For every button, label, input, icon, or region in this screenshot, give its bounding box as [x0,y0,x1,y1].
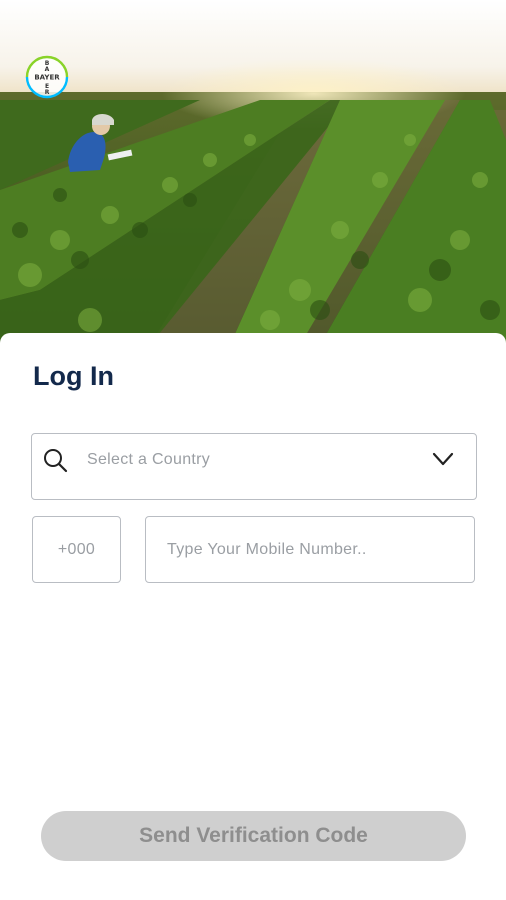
svg-text:A: A [45,66,50,73]
send-verification-code-label: Send Verification Code [139,824,368,847]
country-code-placeholder: +000 [57,541,96,558]
login-card: Log In Select a Country +000 Type Your M… [0,333,506,900]
svg-text:BAYER: BAYER [34,74,60,82]
search-icon [44,449,68,473]
country-code-field[interactable]: +000 [32,516,121,583]
svg-text:R: R [45,89,50,96]
mobile-number-placeholder: Type Your Mobile Number.. [167,541,367,558]
page-title: Log In [33,361,114,391]
send-verification-code-button[interactable]: Send Verification Code [41,811,466,861]
bayer-logo: BAYER B A E R [25,55,69,99]
country-select-placeholder: Select a Country [87,451,211,468]
login-screen: BAYER B A E R Log In Select a Country +0… [0,0,506,900]
hero-field-image: BAYER B A E R [0,0,506,345]
country-select-dropdown[interactable]: Select a Country [31,433,477,500]
chevron-down-icon [432,452,454,466]
mobile-number-input[interactable]: Type Your Mobile Number.. [145,516,475,583]
